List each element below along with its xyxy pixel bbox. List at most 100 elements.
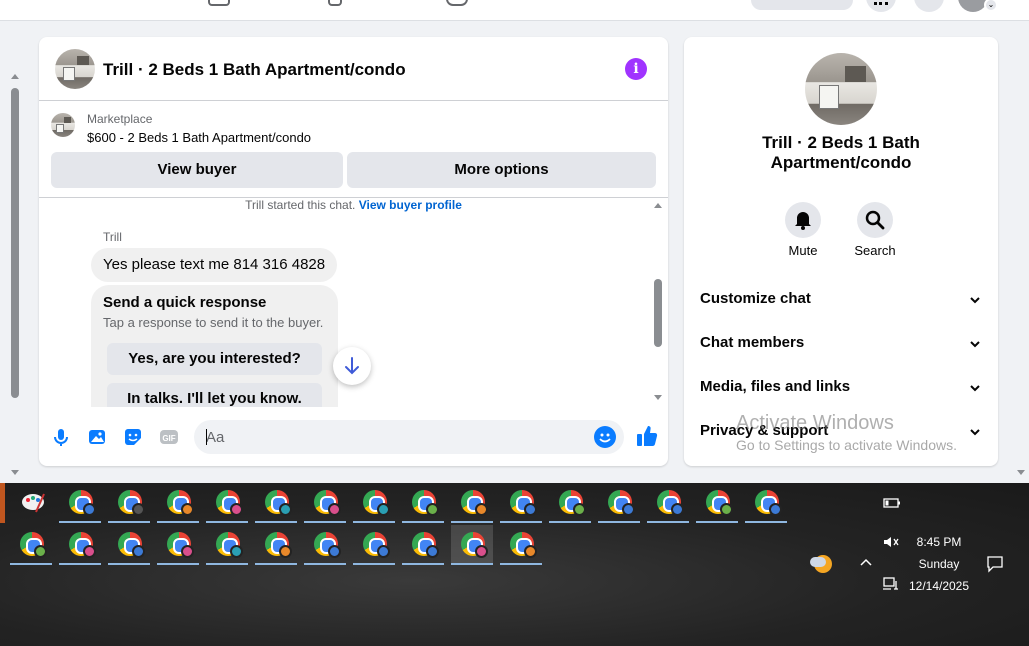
message-input[interactable] [206,420,586,454]
scroll-to-bottom-button[interactable] [333,347,371,385]
groups-nav-icon[interactable] [328,0,342,6]
taskbar-chrome-window[interactable] [10,525,52,565]
chevron-down-icon[interactable]: ⌄ [984,0,998,12]
taskbar-chrome-window[interactable] [500,525,542,565]
taskbar-paint-app[interactable] [10,483,52,523]
taskbar-chrome-window[interactable] [353,525,395,565]
taskbar-chrome-window[interactable] [59,525,101,565]
chat-title[interactable]: Trill · 2 Beds 1 Bath Apartment/condo [103,60,406,80]
message-scrollbar[interactable] [652,199,666,407]
marketplace-nav-icon[interactable] [208,0,230,6]
quick-response-card: Send a quick response Tap a response to … [91,285,338,407]
speaker-muted-icon[interactable] [882,535,900,549]
profile-badge-icon [524,545,537,558]
taskbar-chrome-window[interactable] [206,525,248,565]
sticker-icon[interactable] [122,426,144,448]
quick-response-subtitle: Tap a response to send it to the buyer. [103,315,324,330]
clock-time[interactable]: 8:45 PM [905,535,973,549]
quick-response-in-talks[interactable]: In talks. I'll let you know. [107,383,322,407]
battery-icon[interactable] [883,497,901,509]
running-indicator [157,521,199,523]
taskbar-chrome-window[interactable] [255,525,297,565]
listing-price-title[interactable]: $600 - 2 Beds 1 Bath Apartment/condo [87,130,311,145]
taskbar-chrome-window[interactable] [108,525,150,565]
profile-badge-icon [181,545,194,558]
windows-taskbar: 8:45 PM Sunday 12/14/2025 [0,483,1029,646]
page-scrollbar-thumb[interactable] [11,88,19,398]
running-indicator [402,563,444,565]
section-chat-members[interactable]: Chat members [700,325,982,361]
taskbar-chrome-window[interactable] [696,483,738,523]
profile-badge-icon [475,545,488,558]
taskbar-chrome-window[interactable] [206,483,248,523]
clock-date[interactable]: 12/14/2025 [905,579,973,593]
message-composer: GIF [39,412,668,462]
message-scroll-down-icon[interactable] [654,395,662,400]
taskbar-chrome-window[interactable] [500,483,542,523]
taskbar-chrome-window[interactable] [549,483,591,523]
taskbar-chrome-window[interactable] [451,483,493,523]
taskbar-chrome-window[interactable] [402,483,444,523]
taskbar-chrome-window[interactable] [59,483,101,523]
message-list[interactable]: Trill started this chat. View buyer prof… [39,199,668,407]
quick-response-interested[interactable]: Yes, are you interested? [107,343,322,375]
notifications-icon[interactable] [914,0,944,12]
view-buyer-button[interactable]: View buyer [51,152,343,188]
taskbar-chrome-window[interactable] [108,483,150,523]
view-buyer-profile-link[interactable]: View buyer profile [359,199,462,212]
gif-icon[interactable]: GIF [158,426,180,448]
right-scroll-down-arrow-icon[interactable] [1017,470,1025,475]
notification-center-icon[interactable] [986,555,1004,573]
taskbar-chrome-window[interactable] [598,483,640,523]
section-media-files-links[interactable]: Media, files and links [700,369,982,405]
menu-grid-icon[interactable] [866,0,896,12]
scroll-up-arrow-icon[interactable] [11,74,19,79]
clock-day[interactable]: Sunday [905,557,973,571]
bell-icon [785,202,821,238]
photo-icon[interactable] [86,426,108,448]
running-indicator [108,563,150,565]
taskbar-chrome-window[interactable] [304,525,346,565]
message-scroll-up-icon[interactable] [654,203,662,208]
more-options-button[interactable]: More options [347,152,656,188]
taskbar-chrome-window[interactable] [745,483,787,523]
taskbar-chrome-window[interactable] [402,525,444,565]
section-customize-chat[interactable]: Customize chat [700,281,982,317]
page-scrollbar[interactable] [8,70,22,480]
section-label: Media, files and links [700,378,851,395]
like-icon[interactable] [635,424,659,448]
message-bubble[interactable]: Yes please text me 814 316 4828 [91,248,338,282]
running-indicator [598,521,640,523]
taskbar-chrome-window[interactable] [647,483,689,523]
weather-icon[interactable] [810,551,834,575]
running-indicator [206,563,248,565]
info-icon[interactable]: i [625,58,647,80]
taskbar-chrome-window[interactable] [255,483,297,523]
profile-badge-icon [475,503,488,516]
chevron-down-icon [970,429,980,436]
network-icon[interactable] [882,575,900,591]
running-indicator [304,521,346,523]
taskbar-chrome-window[interactable] [304,483,346,523]
conversation-avatar[interactable] [805,53,877,125]
find-friends-button[interactable] [751,0,853,10]
profile-badge-icon [720,503,733,516]
listing-avatar[interactable] [55,49,95,89]
taskbar-chrome-window[interactable] [157,525,199,565]
scroll-down-arrow-icon[interactable] [11,470,19,475]
taskbar-chrome-window[interactable] [451,525,493,565]
running-indicator [255,521,297,523]
profile-badge-icon [769,503,782,516]
mute-button[interactable]: Mute [773,202,833,258]
message-scrollbar-thumb[interactable] [654,279,662,347]
emoji-icon[interactable] [594,426,616,448]
listing-thumbnail[interactable] [51,113,75,137]
chevron-up-icon[interactable] [859,557,873,567]
gaming-nav-icon[interactable] [446,0,468,6]
taskbar-chrome-window[interactable] [353,483,395,523]
microphone-icon[interactable] [50,426,72,448]
taskbar-chrome-window[interactable] [157,483,199,523]
profile-badge-icon [377,545,390,558]
search-button[interactable]: Search [845,202,905,258]
running-indicator [304,563,346,565]
